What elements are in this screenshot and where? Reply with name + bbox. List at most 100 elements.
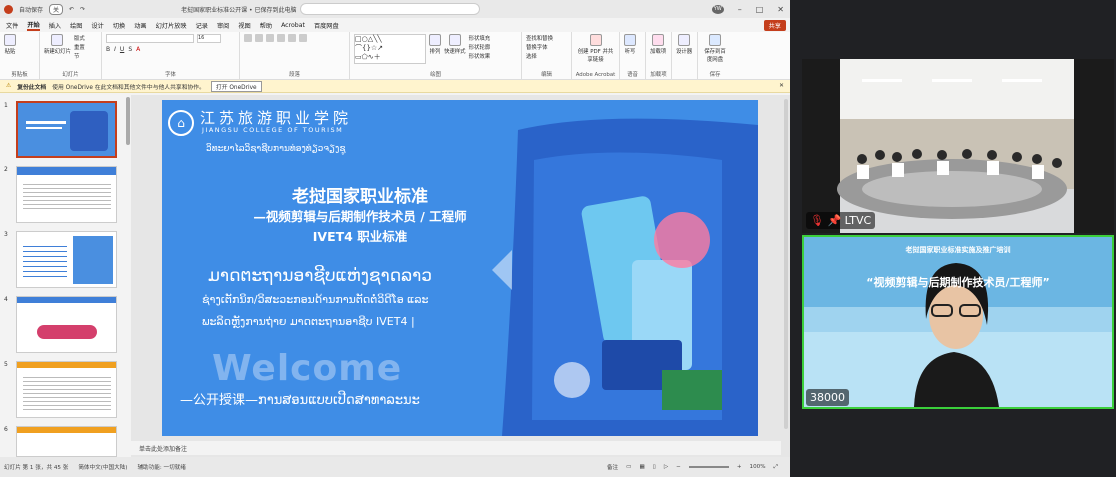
zoom-level[interactable]: 100% [750, 464, 766, 470]
redo-icon[interactable]: ↷ [80, 6, 85, 13]
open-onedrive-button[interactable]: 打开 OneDrive [210, 80, 262, 92]
status-bar: 幻灯片 第 1 张，共 45 张 简体中文(中国大陆) 辅助功能: 一切就绪 备… [0, 457, 790, 477]
tab-transitions[interactable]: 切换 [113, 21, 125, 30]
slide-editor: ⌂ 江苏旅游职业学院 JIANGSU COLLEGE OF TOURISM ວິ… [131, 95, 790, 457]
reading-view-icon[interactable]: ▯ [653, 464, 656, 470]
zoom-slider[interactable] [688, 466, 729, 468]
thumbnail-2[interactable] [16, 166, 117, 223]
share-button[interactable]: 共享 [763, 19, 786, 31]
tab-review[interactable]: 审阅 [217, 21, 229, 30]
slide-footer: —公开授课—ການສອນແບບເປີດສາທາລະນະ [180, 393, 420, 408]
fit-slide-icon[interactable]: ⤢ [774, 464, 778, 471]
tab-acrobat[interactable]: Acrobat [281, 22, 305, 29]
designer-button[interactable]: 设计器 [676, 34, 692, 55]
slideshow-view-icon[interactable]: ▷ [664, 464, 668, 470]
video-tile-speaker[interactable]: 老挝国家职业标准实施及推广培训 “视频剪辑与后期制作技术员/工程师” 38000 [802, 235, 1114, 409]
thumbnail-6[interactable] [16, 426, 117, 457]
tab-insert[interactable]: 插入 [49, 21, 61, 30]
arrange-button[interactable]: 排列 [429, 34, 441, 64]
language-status[interactable]: 简体中文(中国大陆) [78, 463, 127, 471]
numbering-icon[interactable] [255, 34, 263, 42]
undo-icon[interactable]: ↶ [69, 6, 74, 13]
group-clipboard: 粘贴 剪贴板 [0, 32, 40, 79]
college-name-lao: ວິທະຍາໄລວິຊາຊີບການທ່ອງທ່ຽວຈຽງຊູ [206, 144, 346, 154]
tab-home[interactable]: 开始 [27, 20, 40, 31]
notify-text: 使用 OneDrive 在此文档和其他文件中与他人共享和协作。 [52, 84, 205, 91]
college-logo-icon: ⌂ [168, 110, 194, 136]
tab-view[interactable]: 视图 [238, 21, 250, 30]
notes-button[interactable]: 备注 [607, 463, 618, 471]
editor-scrollbar[interactable] [784, 99, 788, 429]
search-box[interactable] [300, 3, 480, 15]
bullets-icon[interactable] [244, 34, 252, 42]
reset-button[interactable]: 重置 [74, 43, 85, 51]
slide-canvas[interactable]: ⌂ 江苏旅游职业学院 JIANGSU COLLEGE OF TOURISM ວິ… [162, 100, 758, 436]
warning-icon: ⚠ [6, 83, 12, 89]
group-label: 幻灯片 [62, 72, 79, 78]
zoom-in-icon[interactable]: + [737, 464, 742, 470]
create-pdf-button[interactable]: 创建 PDF 并共享链接 [576, 34, 615, 63]
thumbnail-scrollbar[interactable] [126, 97, 130, 145]
title-bar: 自动保存 关 ↶ ↷ 老挝国家职业标准公开课 • 已保存到此电脑 YW – □ … [0, 0, 790, 18]
align-left-icon[interactable] [277, 34, 285, 42]
sorter-view-icon[interactable]: ▦ [639, 464, 644, 470]
group-label: 段落 [289, 72, 300, 78]
tab-animations[interactable]: 动画 [134, 21, 146, 30]
minimize-icon[interactable]: – [738, 5, 742, 14]
tab-draw[interactable]: 绘图 [70, 21, 82, 30]
save-baidu-button[interactable]: 保存到百度网盘 [702, 34, 728, 63]
dictate-button[interactable]: 听写 [624, 34, 636, 55]
align-right-icon[interactable] [299, 34, 307, 42]
tab-baidu[interactable]: 百度网盘 [314, 21, 339, 30]
replace-font-button[interactable]: 替换字体 [526, 43, 553, 51]
font-size-select[interactable]: 16 [197, 34, 221, 43]
thumbnail-5[interactable] [16, 361, 117, 418]
indent-icon[interactable] [266, 34, 274, 42]
new-slide-button[interactable]: 新建幻灯片 [44, 34, 71, 60]
autosave-toggle[interactable]: 关 [49, 3, 64, 15]
close-notify-icon[interactable]: ✕ [779, 83, 784, 89]
shape-effects-button[interactable]: 形状效果 [469, 52, 491, 60]
italic-icon[interactable]: I [114, 46, 116, 53]
thumbnail-3[interactable] [16, 231, 117, 288]
maximize-icon[interactable]: □ [756, 5, 764, 14]
tab-slideshow[interactable]: 幻灯片放映 [156, 21, 187, 30]
tab-record[interactable]: 记录 [196, 21, 208, 30]
tab-help[interactable]: 帮助 [260, 21, 272, 30]
group-voice: 听写 语音 [620, 32, 646, 79]
designer-icon [678, 34, 691, 46]
zoom-out-icon[interactable]: − [676, 464, 681, 470]
strike-icon[interactable]: S [128, 46, 132, 53]
align-center-icon[interactable] [288, 34, 296, 42]
thumbnail-1[interactable] [16, 101, 117, 158]
section-button[interactable]: 节 [74, 52, 85, 60]
participant-label-ltvc: 🎙 📌 LTVC [806, 212, 876, 229]
addins-button[interactable]: 加载项 [650, 34, 666, 55]
slide-lao-title: ມາດຕະຖານອາຊີບແຫ່ງຊາດລາວ [208, 266, 433, 286]
normal-view-icon[interactable]: ▭ [626, 464, 631, 470]
video-tile-classroom[interactable]: 🎙 📌 LTVC [802, 59, 1114, 233]
close-icon[interactable]: ✕ [777, 5, 784, 14]
paste-button[interactable]: 粘贴 [4, 34, 16, 55]
shape-fill-button[interactable]: 形状填充 [469, 34, 491, 42]
quick-styles-icon [448, 34, 461, 46]
tab-file[interactable]: 文件 [6, 21, 18, 30]
quick-styles-button[interactable]: 快速样式 [444, 34, 466, 64]
font-color-icon[interactable]: A [136, 46, 140, 53]
shapes-gallery[interactable]: □○△╲╲ ⌒{}☆↗ ▭⬠∿＋ [354, 34, 426, 64]
notes-pane[interactable]: 单击此处添加备注 [131, 441, 781, 455]
find-replace-button[interactable]: 查找和替换 [526, 34, 553, 42]
workspace: 1 2 3 4 5 6 ⌂ 江苏旅游职业学院 JIANGSU COLLEGE O… [0, 95, 790, 457]
font-name-select[interactable] [106, 34, 194, 43]
user-avatar[interactable]: YW [711, 4, 724, 14]
underline-icon[interactable]: U [120, 46, 124, 53]
tab-design[interactable]: 设计 [92, 21, 104, 30]
group-acrobat: 创建 PDF 并共享链接 Adobe Acrobat [572, 32, 620, 79]
accessibility-status[interactable]: 辅助功能: 一切就绪 [137, 463, 185, 471]
classroom-video-feed [802, 59, 1114, 233]
select-button[interactable]: 选择 [526, 52, 553, 60]
thumbnail-4[interactable] [16, 296, 117, 353]
bold-icon[interactable]: B [106, 46, 110, 53]
layout-button[interactable]: 版式 [74, 34, 85, 42]
shape-outline-button[interactable]: 形状轮廓 [469, 43, 491, 51]
